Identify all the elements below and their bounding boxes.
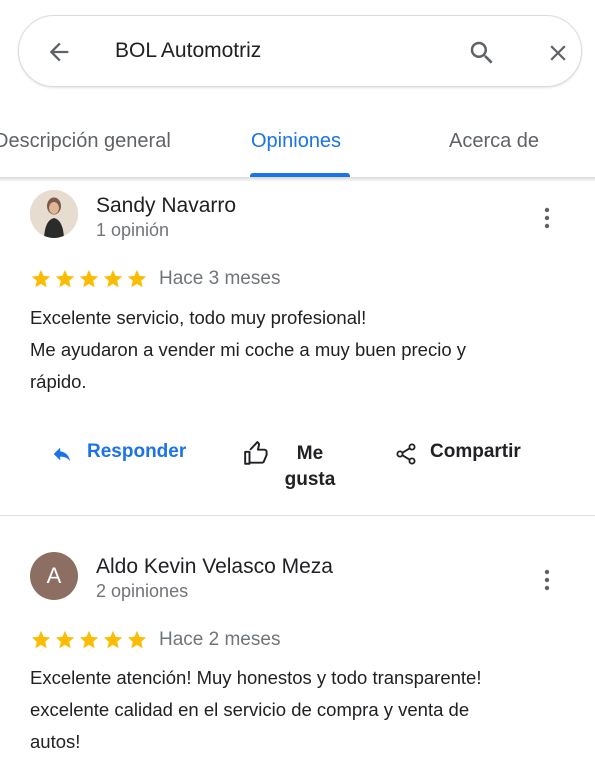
tab-overview[interactable]: Descripción general: [0, 130, 171, 153]
review-date: Hace 3 meses: [159, 268, 281, 289]
tab-reviews[interactable]: Opiniones: [251, 130, 341, 153]
review-text-line: Excelente servicio, todo muy profesional…: [30, 307, 367, 328]
star-icon: [126, 629, 148, 651]
active-tab-indicator: [250, 173, 350, 177]
star-icon: [102, 629, 124, 651]
back-arrow-icon[interactable]: [45, 38, 73, 66]
star-icon: [102, 268, 124, 290]
close-icon[interactable]: [545, 40, 571, 66]
like-label-line: Me: [296, 443, 324, 464]
search-icon[interactable]: [467, 38, 497, 68]
reply-label: Responder: [87, 441, 187, 462]
star-rating: [30, 629, 150, 651]
reviewer-review-count: 2 opiniones: [96, 581, 189, 601]
star-icon: [54, 629, 76, 651]
star-icon: [30, 629, 52, 651]
share-icon: [396, 443, 416, 465]
review-text: Excelente atención! Muy honestos y todo …: [30, 662, 570, 758]
reviewer-name[interactable]: Aldo Kevin Velasco Meza: [96, 555, 333, 579]
tab-bar: Descripción general Opiniones Acerca de: [0, 118, 595, 178]
like-label-line: gusta: [284, 469, 336, 490]
tab-about[interactable]: Acerca de: [449, 130, 539, 153]
star-icon: [78, 629, 100, 651]
reviewer-review-count: 1 opinión: [96, 220, 170, 240]
search-bar[interactable]: BOL Automotriz: [18, 15, 582, 87]
tab-bar-shadow: [0, 178, 595, 182]
more-options-icon[interactable]: [538, 205, 556, 231]
review-text: Excelente servicio, todo muy profesional…: [30, 302, 570, 398]
review-text-line: autos!: [30, 731, 81, 752]
avatar[interactable]: A: [30, 552, 78, 600]
review-text-line: Excelente atención! Muy honestos y todo …: [30, 667, 482, 688]
profile-photo-icon: [30, 190, 78, 238]
review-date: Hace 2 meses: [159, 629, 281, 650]
like-label: Me gusta: [278, 441, 342, 493]
reviewer-name[interactable]: Sandy Navarro: [96, 194, 236, 218]
reply-icon: [53, 447, 71, 462]
star-icon: [126, 268, 148, 290]
share-label: Compartir: [430, 441, 521, 462]
review-text-line: rápido.: [30, 371, 87, 392]
review-actions: Responder Me gusta Compartir: [0, 441, 595, 501]
star-icon: [54, 268, 76, 290]
review-text-line: Me ayudaron a vender mi coche a muy buen…: [30, 339, 467, 360]
star-rating: [30, 268, 150, 290]
star-icon: [30, 268, 52, 290]
thumbs-up-icon: [244, 441, 268, 465]
star-icon: [78, 268, 100, 290]
review-divider: [0, 515, 595, 516]
search-query[interactable]: BOL Automotriz: [115, 36, 261, 66]
review-text-line: excelente calidad en el servicio de comp…: [30, 699, 470, 720]
avatar[interactable]: [30, 190, 78, 238]
more-options-icon[interactable]: [538, 567, 556, 593]
